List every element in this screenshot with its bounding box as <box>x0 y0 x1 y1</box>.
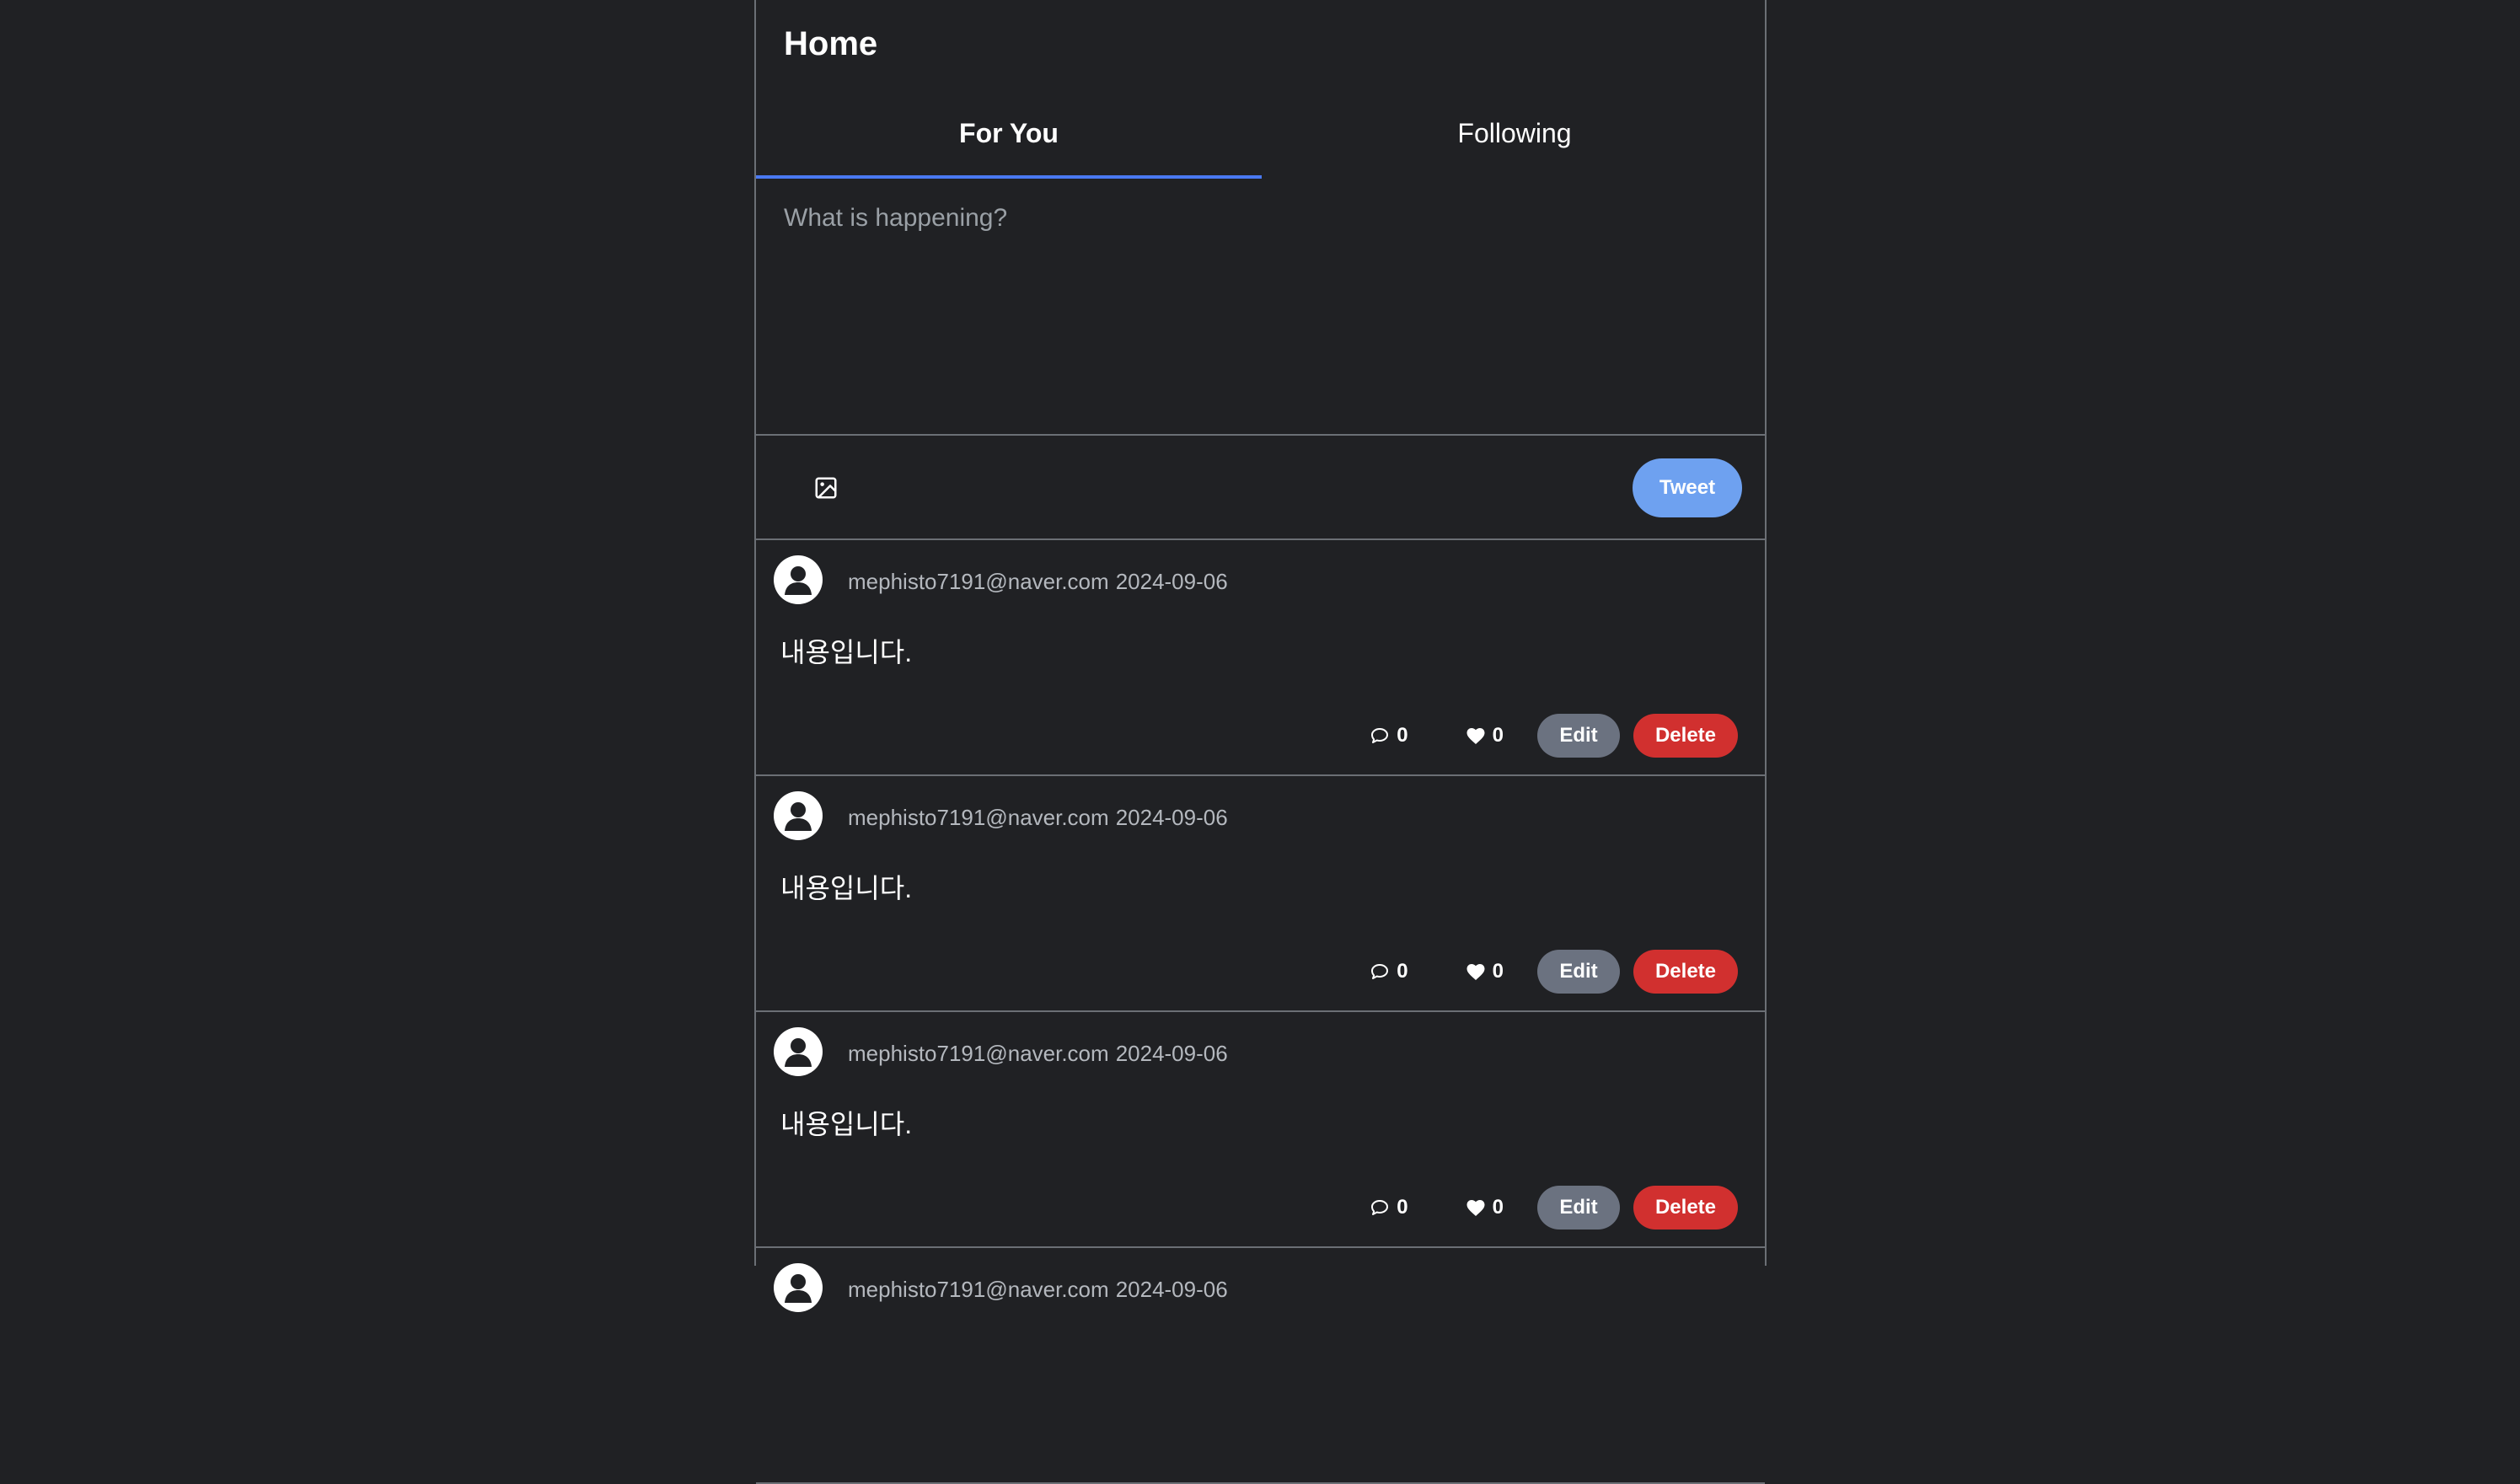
avatar-icon[interactable] <box>774 791 823 840</box>
tweet-actions: 0 0 Edit Delete <box>1370 714 1738 758</box>
edit-button[interactable]: Edit <box>1537 1186 1620 1230</box>
comment-icon <box>1371 1200 1389 1215</box>
delete-button[interactable]: Delete <box>1633 1186 1738 1230</box>
tweet-meta: mephisto7191@naver.com 2024-09-06 <box>848 805 1228 831</box>
comment-button[interactable]: 0 <box>1370 960 1408 983</box>
tweet-date: 2024-09-06 <box>1115 1277 1228 1302</box>
tweet-feed: mephisto7191@naver.com 2024-09-06 내용입니다. … <box>756 540 1765 1484</box>
tweet-content: 내용입니다. <box>780 637 913 667</box>
like-button[interactable]: 0 <box>1466 1196 1504 1219</box>
comment-icon <box>1371 728 1389 743</box>
tweet-content: 내용입니다. <box>780 1109 913 1139</box>
delete-button[interactable]: Delete <box>1633 950 1738 994</box>
like-count: 0 <box>1492 960 1504 983</box>
composer-toolbar: Tweet <box>756 436 1765 540</box>
edit-button[interactable]: Edit <box>1537 950 1620 994</box>
tweet-item: mephisto7191@naver.com 2024-09-06 내용입니다. … <box>756 776 1765 1012</box>
heart-icon <box>1466 964 1485 980</box>
tweet-item: mephisto7191@naver.com 2024-09-06 <box>756 1248 1765 1484</box>
like-button[interactable]: 0 <box>1466 960 1504 983</box>
image-icon[interactable] <box>809 471 843 505</box>
tweet-item: mephisto7191@naver.com 2024-09-06 내용입니다. … <box>756 1012 1765 1248</box>
comment-count: 0 <box>1397 960 1408 983</box>
tweet-date: 2024-09-06 <box>1115 569 1228 594</box>
heart-icon <box>1466 1200 1485 1216</box>
heart-icon <box>1466 728 1485 744</box>
avatar-icon[interactable] <box>774 1263 823 1312</box>
tab-following[interactable]: Following <box>1262 88 1767 179</box>
tweet-author: mephisto7191@naver.com <box>848 569 1109 594</box>
tweet-composer <box>756 179 1765 436</box>
tweet-author: mephisto7191@naver.com <box>848 805 1109 830</box>
like-count: 0 <box>1492 1196 1504 1219</box>
comment-icon <box>1371 964 1389 979</box>
comment-button[interactable]: 0 <box>1370 724 1408 747</box>
tweet-content: 내용입니다. <box>780 873 913 903</box>
tweet-item: mephisto7191@naver.com 2024-09-06 내용입니다. … <box>756 540 1765 776</box>
tweet-meta: mephisto7191@naver.com 2024-09-06 <box>848 1041 1228 1067</box>
tab-for-you[interactable]: For You <box>756 88 1262 179</box>
tweet-meta: mephisto7191@naver.com 2024-09-06 <box>848 569 1228 595</box>
tweet-author: mephisto7191@naver.com <box>848 1041 1109 1066</box>
tweet-actions: 0 0 Edit Delete <box>1370 1186 1738 1230</box>
comment-button[interactable]: 0 <box>1370 1196 1408 1219</box>
tab-bar: For You Following <box>756 88 1765 179</box>
tweet-date: 2024-09-06 <box>1115 805 1228 830</box>
like-count: 0 <box>1492 724 1504 747</box>
delete-button[interactable]: Delete <box>1633 714 1738 758</box>
tweet-input[interactable] <box>782 202 1729 416</box>
edit-button[interactable]: Edit <box>1537 714 1620 758</box>
page-title: Home <box>784 25 878 62</box>
tweet-date: 2024-09-06 <box>1115 1041 1228 1066</box>
avatar-icon[interactable] <box>774 1027 823 1076</box>
comment-count: 0 <box>1397 724 1408 747</box>
comment-count: 0 <box>1397 1196 1408 1219</box>
tweet-actions: 0 0 Edit Delete <box>1370 950 1738 994</box>
main-column: Home For You Following Tweet mephisto719… <box>754 0 1767 1484</box>
tweet-button[interactable]: Tweet <box>1633 458 1742 517</box>
tweet-meta: mephisto7191@naver.com 2024-09-06 <box>848 1277 1228 1303</box>
tweet-author: mephisto7191@naver.com <box>848 1277 1109 1302</box>
like-button[interactable]: 0 <box>1466 724 1504 747</box>
avatar-icon[interactable] <box>774 555 823 604</box>
